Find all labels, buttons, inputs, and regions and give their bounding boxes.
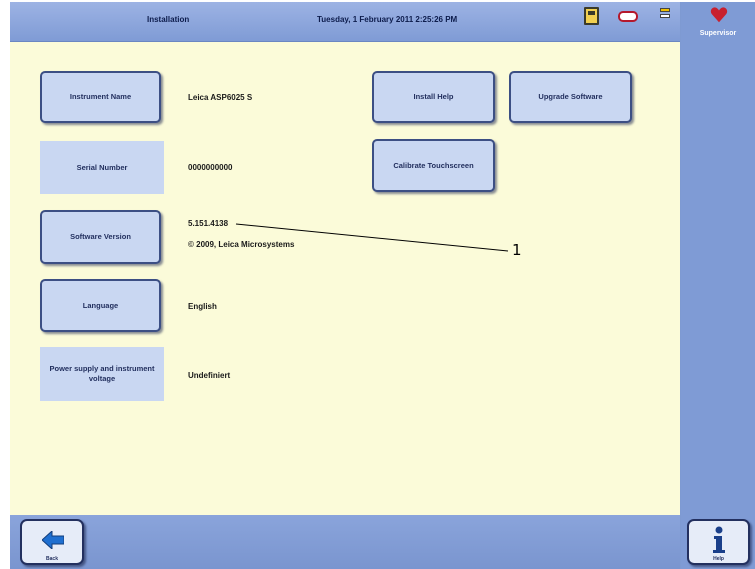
warning-icon bbox=[660, 8, 670, 24]
power-supply-label: Power supply and instrument voltage bbox=[40, 347, 164, 401]
copyright-text: © 2009, Leica Microsystems bbox=[188, 240, 295, 249]
bottom-bar bbox=[10, 515, 680, 569]
date-time: Tuesday, 1 February 2011 2:25:26 PM bbox=[317, 15, 458, 24]
power-supply-value: Undefiniert bbox=[188, 371, 231, 380]
user-level-button[interactable]: Supervisor bbox=[683, 2, 753, 42]
tag-icon bbox=[618, 11, 638, 22]
help-button[interactable]: Help bbox=[687, 519, 750, 565]
user-level-label: Supervisor bbox=[699, 30, 737, 37]
info-icon bbox=[713, 526, 725, 553]
language-button[interactable]: Language bbox=[40, 279, 161, 332]
language-value: English bbox=[188, 302, 217, 311]
right-sidebar bbox=[681, 2, 755, 569]
screen-title: Installation bbox=[147, 15, 190, 24]
back-arrow-icon bbox=[42, 531, 64, 549]
serial-number-label: Serial Number bbox=[40, 141, 164, 194]
back-label: Back bbox=[46, 556, 58, 562]
instrument-name-button[interactable]: Instrument Name bbox=[40, 71, 161, 123]
callout-number: 1 bbox=[512, 241, 522, 259]
title-bar: Installation Tuesday, 1 February 2011 2:… bbox=[10, 2, 680, 42]
back-button[interactable]: Back bbox=[20, 519, 84, 565]
instrument-name-value: Leica ASP6025 S bbox=[188, 93, 253, 102]
help-label: Help bbox=[713, 556, 724, 562]
install-help-button[interactable]: Install Help bbox=[372, 71, 495, 123]
disk-icon bbox=[584, 7, 599, 25]
heart-icon bbox=[710, 7, 728, 23]
software-version-value: 5.151.4138 bbox=[188, 219, 229, 228]
calibrate-touchscreen-button[interactable]: Calibrate Touchscreen bbox=[372, 139, 495, 192]
serial-number-value: 0000000000 bbox=[188, 163, 233, 172]
upgrade-software-button[interactable]: Upgrade Software bbox=[509, 71, 632, 123]
software-version-button[interactable]: Software Version bbox=[40, 210, 161, 264]
